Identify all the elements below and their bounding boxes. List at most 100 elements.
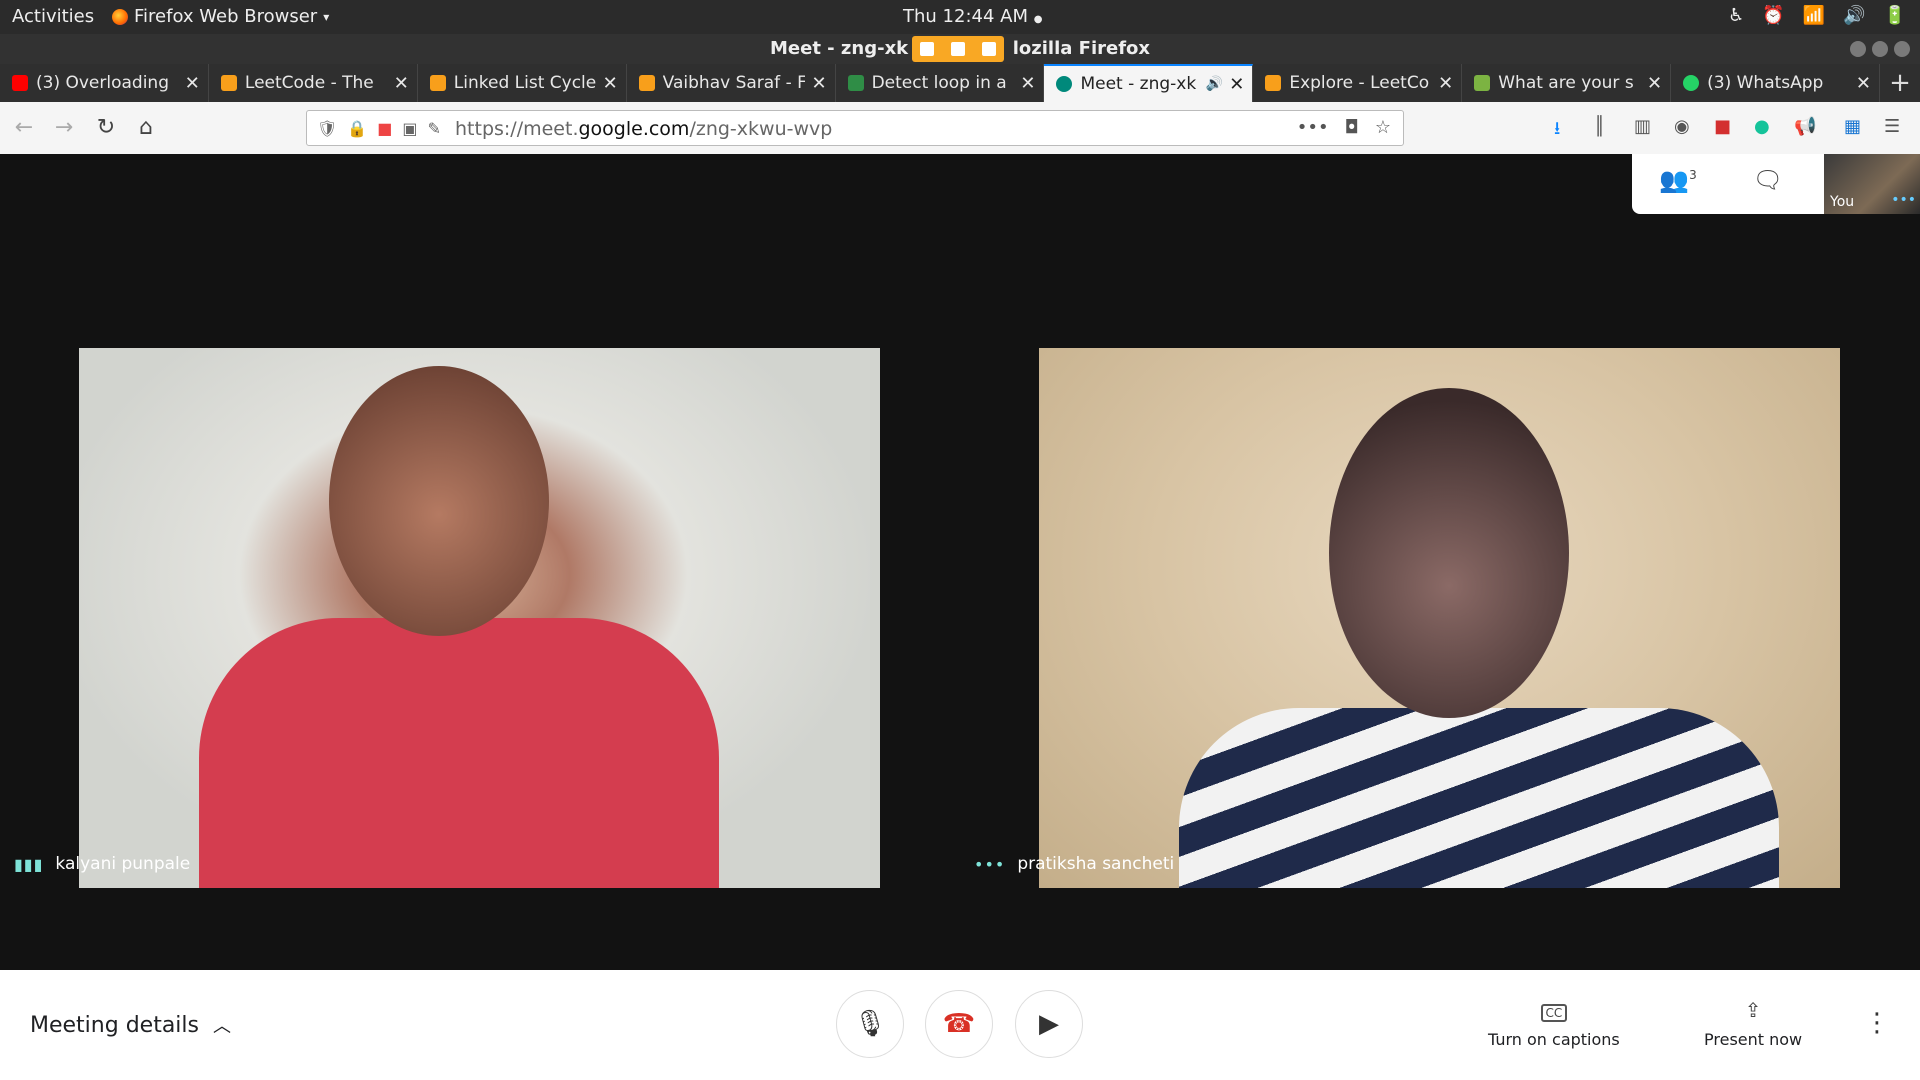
url-domain: google.com — [578, 118, 690, 140]
page-actions: ••• ◘ ☆ — [1297, 117, 1391, 138]
chat-button[interactable]: 🗨 — [1748, 166, 1788, 202]
leetcode-icon — [429, 75, 446, 91]
system-top-bar: Activities Firefox Web Browser ▾ Thu 12:… — [0, 0, 1920, 34]
wifi-icon[interactable]: 📶 — [1803, 5, 1825, 26]
maximize-button[interactable] — [1872, 41, 1888, 57]
meet-control-bar: Meeting details ︿ 🎙 ☎ ▶ CC Turn on capti… — [0, 970, 1920, 1080]
captions-button[interactable]: CC Turn on captions — [1488, 998, 1620, 1049]
close-icon[interactable]: ✕ — [1647, 73, 1662, 94]
tab-explore-leetcode[interactable]: Explore - LeetCo ✕ — [1253, 64, 1463, 102]
captions-label: Turn on captions — [1488, 1030, 1620, 1049]
home-button[interactable]: ⌂ — [130, 112, 162, 144]
screen-permission-icon[interactable]: ▣ — [402, 119, 417, 138]
battery-icon[interactable]: 🔋 — [1884, 5, 1906, 26]
volume-icon[interactable]: 🔊 — [1843, 5, 1865, 26]
downloads-icon[interactable]: ⭳ — [1554, 116, 1560, 146]
camera-permission-icon[interactable]: ■ — [377, 119, 392, 138]
microphone-sharing-icon — [981, 42, 996, 56]
close-icon[interactable]: ✕ — [603, 73, 618, 94]
system-tray[interactable]: ♿ ⏰ 📶 🔊 🔋 — [1728, 5, 1906, 26]
closed-captions-icon: CC — [1488, 998, 1620, 1022]
close-icon[interactable]: ✕ — [185, 73, 200, 94]
tab-label: Linked List Cycle — [453, 73, 597, 93]
microphone-permission-icon[interactable]: ✎ — [427, 119, 440, 138]
self-video-tile[interactable]: You ••• — [1824, 154, 1920, 214]
tab-vaibhav-saraf[interactable]: Vaibhav Saraf - F ✕ — [627, 64, 836, 102]
leave-call-button[interactable]: ☎ — [925, 990, 993, 1058]
tab-youtube[interactable]: (3) Overloading ✕ — [0, 64, 209, 102]
microphone-button[interactable]: 🎙 — [836, 990, 904, 1058]
more-options-icon[interactable]: ••• — [1891, 192, 1916, 208]
close-icon[interactable]: ✕ — [811, 73, 826, 94]
shield-icon[interactable]: 🛡 — [317, 119, 337, 138]
extensions-icon[interactable]: ▦ — [1844, 116, 1861, 137]
page-actions-menu-icon[interactable]: ••• — [1297, 117, 1329, 138]
participant-video-2[interactable] — [1039, 348, 1840, 888]
participant-figure — [199, 618, 719, 888]
close-window-button[interactable] — [1894, 41, 1910, 57]
megaphone-icon[interactable]: 📢 — [1794, 116, 1816, 137]
forward-button[interactable]: → — [48, 112, 80, 144]
sidebar-icon[interactable]: ▥ — [1634, 116, 1651, 137]
participant-name-label: ••• pratiksha sancheti — [974, 854, 1174, 874]
clock[interactable]: Thu 12:44 AM ● — [903, 6, 1042, 27]
participant-video-1[interactable] — [79, 348, 880, 888]
bookmark-star-icon[interactable]: ☆ — [1375, 117, 1391, 138]
speaking-indicator-icon: ▮▮▮ — [14, 854, 44, 874]
participant-figure — [329, 366, 549, 636]
pocket-icon[interactable]: ◘ — [1345, 117, 1359, 138]
lock-icon[interactable]: 🔒 — [347, 119, 367, 138]
tab-detect-loop[interactable]: Detect loop in a ✕ — [836, 64, 1045, 102]
url-path: /zng-xkwu-wvp — [689, 118, 833, 140]
more-options-icon[interactable]: ⋮ — [1864, 1008, 1890, 1038]
tab-what-are-your[interactable]: What are your s ✕ — [1462, 64, 1672, 102]
hamburger-menu-icon[interactable]: ☰ — [1884, 116, 1900, 137]
tab-meet[interactable]: Meet - zng-xk 🔊 ✕ — [1044, 64, 1254, 102]
tab-label: Explore - LeetCo — [1289, 73, 1430, 93]
participants-button[interactable]: 👥3 — [1658, 166, 1698, 202]
meeting-details-button[interactable]: Meeting details ︿ — [30, 1012, 231, 1038]
participant-name: pratiksha sancheti — [1017, 854, 1175, 874]
account-icon[interactable]: ◉ — [1674, 116, 1690, 137]
grammarly-icon[interactable]: ● — [1754, 116, 1770, 137]
firefox-icon — [920, 42, 935, 56]
accessibility-icon[interactable]: ♿ — [1728, 5, 1744, 26]
tab-leetcode[interactable]: LeetCode - The ✕ — [209, 64, 418, 102]
participant-name: kalyani punpale — [55, 854, 191, 874]
participants-count: 3 — [1689, 168, 1697, 182]
close-icon[interactable]: ✕ — [1438, 73, 1453, 94]
clock-time: Thu 12:44 AM — [903, 6, 1028, 27]
participant-name-label: ▮▮▮ kalyani punpale — [14, 854, 190, 874]
tab-whatsapp[interactable]: (3) WhatsApp ✕ — [1671, 64, 1881, 102]
alarm-icon[interactable]: ⏰ — [1762, 5, 1784, 26]
chevron-up-icon: ︿ — [213, 1016, 231, 1037]
tab-label: Detect loop in a — [871, 73, 1007, 93]
close-icon[interactable]: ✕ — [394, 73, 409, 94]
camera-button[interactable]: ▶ — [1015, 990, 1083, 1058]
close-icon[interactable]: ✕ — [1856, 73, 1871, 94]
reload-button[interactable]: ↻ — [90, 112, 122, 144]
url-text[interactable]: https://meet.google.com/zng-xkwu-wvp — [455, 118, 832, 140]
close-icon[interactable]: ✕ — [1020, 73, 1035, 94]
present-label: Present now — [1704, 1030, 1803, 1049]
address-bar[interactable]: 🛡 🔒 ■ ▣ ✎ https://meet.google.com/zng-xk… — [306, 110, 1404, 146]
back-button[interactable]: ← — [8, 112, 40, 144]
site-identity-icons[interactable]: 🛡 🔒 ■ ▣ ✎ — [317, 119, 441, 138]
microphone-icon: 🎙 — [853, 1009, 887, 1039]
leetcode-icon — [1265, 75, 1282, 91]
present-now-button[interactable]: ⇪ Present now — [1704, 998, 1802, 1049]
sharing-indicator[interactable] — [912, 36, 1004, 62]
firefox-icon — [112, 8, 128, 25]
app-menu[interactable]: Firefox Web Browser ▾ — [112, 6, 329, 27]
self-label: You — [1830, 194, 1855, 210]
close-icon[interactable]: ✕ — [1229, 74, 1244, 95]
new-tab-button[interactable]: + — [1880, 64, 1920, 102]
extension-red-icon[interactable]: ■ — [1714, 116, 1731, 137]
activities-button[interactable]: Activities — [12, 6, 94, 27]
tab-label: Meet - zng-xk — [1080, 74, 1197, 94]
library-icon[interactable]: ║ — [1594, 116, 1605, 137]
audio-playing-icon[interactable]: 🔊 — [1206, 76, 1223, 92]
tab-linked-list-cycle[interactable]: Linked List Cycle ✕ — [418, 64, 627, 102]
minimize-button[interactable] — [1850, 41, 1866, 57]
app-name: Firefox Web Browser — [134, 6, 318, 27]
